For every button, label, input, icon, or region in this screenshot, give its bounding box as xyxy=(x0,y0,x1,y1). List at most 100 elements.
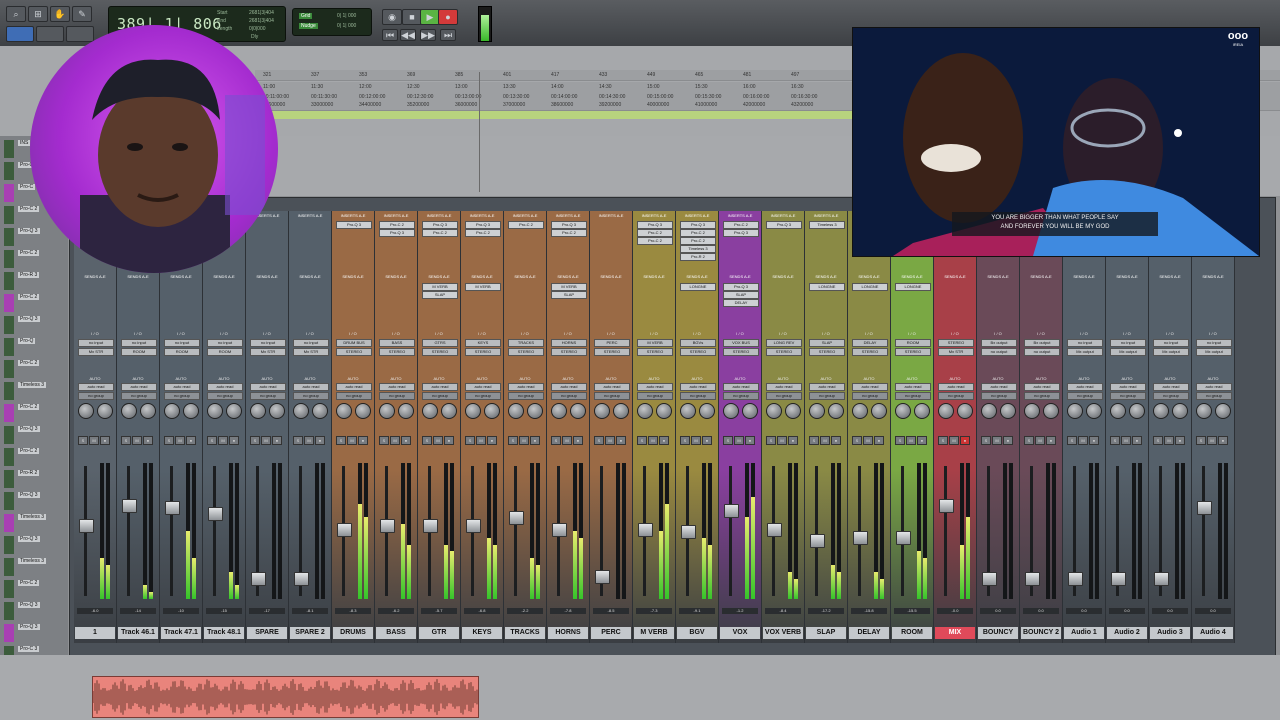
group-selector[interactable]: no group xyxy=(336,392,372,400)
insert-slot[interactable]: Pro-C 2 xyxy=(508,221,544,229)
mute-button[interactable]: M xyxy=(777,436,787,445)
pan-knob-right[interactable] xyxy=(355,403,371,419)
group-selector[interactable]: no group xyxy=(250,392,286,400)
insert-slot[interactable]: Pro-Q 3 xyxy=(551,221,587,229)
edit-track-insert[interactable]: Pro-Q 3 xyxy=(18,316,40,322)
automation-mode[interactable]: auto read xyxy=(379,383,415,391)
mute-button[interactable]: M xyxy=(820,436,830,445)
output-selector[interactable]: STEREO xyxy=(680,348,716,356)
solo-button[interactable]: S xyxy=(680,436,690,445)
edit-track-insert[interactable]: Timeless 3 xyxy=(18,514,46,520)
pan-knob-right[interactable] xyxy=(785,403,801,419)
edit-track-insert[interactable]: Timeless 3 xyxy=(18,558,46,564)
insert-slot[interactable]: Pro-C 2 xyxy=(422,229,458,237)
pan-knob-left[interactable] xyxy=(1153,403,1169,419)
insert-slot[interactable]: Pro-Q 3 xyxy=(379,229,415,237)
pan-knob-left[interactable] xyxy=(121,403,137,419)
automation-mode[interactable]: auto read xyxy=(207,383,243,391)
pan-knob-right[interactable] xyxy=(914,403,930,419)
volume-readout[interactable]: -10 xyxy=(163,608,199,614)
automation-mode[interactable]: auto read xyxy=(809,383,845,391)
output-selector[interactable]: STEREO xyxy=(379,348,415,356)
volume-readout[interactable]: -15.8 xyxy=(851,608,887,614)
record-enable-button[interactable]: ● xyxy=(917,436,927,445)
insert-slot[interactable]: Pro-C 2 xyxy=(465,229,501,237)
edit-track-insert[interactable]: Timeless 3 xyxy=(18,382,46,388)
output-selector[interactable]: STEREO xyxy=(594,348,630,356)
automation-mode[interactable]: auto read xyxy=(250,383,286,391)
record-enable-button[interactable]: ● xyxy=(100,436,110,445)
pan-knob-left[interactable] xyxy=(1024,403,1040,419)
tool-zoom-icon[interactable]: ⌕ xyxy=(6,6,26,22)
edit-track-insert[interactable]: Pro-Q 3 xyxy=(18,536,40,542)
automation-mode[interactable]: auto read xyxy=(938,383,974,391)
input-selector[interactable]: TRACKS xyxy=(508,339,544,347)
online-icon[interactable]: ◉ xyxy=(382,9,402,25)
group-selector[interactable]: no group xyxy=(508,392,544,400)
automation-mode[interactable]: auto read xyxy=(637,383,673,391)
mute-button[interactable]: M xyxy=(347,436,357,445)
input-selector[interactable]: PERC xyxy=(594,339,630,347)
region-strip[interactable] xyxy=(255,111,855,119)
pan-knob-right[interactable] xyxy=(613,403,629,419)
output-selector[interactable]: ROOM xyxy=(164,348,200,356)
group-selector[interactable]: no group xyxy=(1153,392,1189,400)
record-enable-button[interactable]: ● xyxy=(616,436,626,445)
insert-slot[interactable]: Timeless 3 xyxy=(680,245,716,253)
volume-readout[interactable]: -17 xyxy=(249,608,285,614)
pan-knob-right[interactable] xyxy=(570,403,586,419)
volume-readout[interactable]: -14 xyxy=(120,608,156,614)
output-selector[interactable]: Mx STR xyxy=(293,348,329,356)
track-name[interactable]: M VERB xyxy=(634,627,674,639)
input-selector[interactable]: HORNS xyxy=(551,339,587,347)
volume-readout[interactable]: 0.0 xyxy=(1109,608,1145,614)
solo-button[interactable]: S xyxy=(1196,436,1206,445)
volume-fader[interactable] xyxy=(982,572,997,587)
group-selector[interactable]: no group xyxy=(723,392,759,400)
insert-slot[interactable]: Pro-Q 3 xyxy=(336,221,372,229)
pan-knob-right[interactable] xyxy=(828,403,844,419)
output-selector[interactable]: Mx STR xyxy=(938,348,974,356)
solo-button[interactable]: S xyxy=(78,436,88,445)
volume-fader[interactable] xyxy=(1025,572,1040,587)
input-selector[interactable]: no input xyxy=(78,339,114,347)
edit-track-insert[interactable]: Pro-C 2 xyxy=(18,580,40,586)
volume-fader[interactable] xyxy=(79,519,94,534)
group-selector[interactable]: no group xyxy=(121,392,157,400)
output-selector[interactable]: STEREO xyxy=(895,348,931,356)
solo-button[interactable]: S xyxy=(121,436,131,445)
volume-readout[interactable]: -15 xyxy=(206,608,242,614)
insert-slot[interactable]: Pro-R 2 xyxy=(680,253,716,261)
pan-knob-right[interactable] xyxy=(1000,403,1016,419)
input-selector[interactable]: Bx output xyxy=(981,339,1017,347)
group-selector[interactable]: no group xyxy=(680,392,716,400)
send-slot[interactable]: Pro-Q 3 xyxy=(723,283,759,291)
volume-fader[interactable] xyxy=(337,522,352,537)
volume-fader[interactable] xyxy=(810,534,825,549)
track-name[interactable]: HORNS xyxy=(548,627,588,639)
track-name[interactable]: BOUNCY 2 xyxy=(1021,627,1061,639)
rewind-start-icon[interactable]: ⏮ xyxy=(382,29,398,41)
solo-button[interactable]: S xyxy=(852,436,862,445)
record-enable-button[interactable]: ● xyxy=(315,436,325,445)
solo-button[interactable]: S xyxy=(938,436,948,445)
edit-track-insert[interactable]: Pro-Q 3 xyxy=(18,426,40,432)
volume-readout[interactable]: -8.5 xyxy=(593,608,629,614)
record-enable-button[interactable]: ● xyxy=(573,436,583,445)
input-selector[interactable]: no input xyxy=(293,339,329,347)
edit-track-insert[interactable]: Pro-Q 3 xyxy=(18,624,40,630)
volume-fader[interactable] xyxy=(466,519,481,534)
record-enable-button[interactable]: ● xyxy=(487,436,497,445)
pan-knob-left[interactable] xyxy=(1196,403,1212,419)
group-selector[interactable]: no group xyxy=(938,392,974,400)
pan-knob-left[interactable] xyxy=(895,403,911,419)
solo-button[interactable]: S xyxy=(637,436,647,445)
group-selector[interactable]: no group xyxy=(1024,392,1060,400)
pan-knob-right[interactable] xyxy=(656,403,672,419)
mute-button[interactable]: M xyxy=(605,436,615,445)
mute-button[interactable]: M xyxy=(992,436,1002,445)
automation-mode[interactable]: auto read xyxy=(164,383,200,391)
mute-button[interactable]: M xyxy=(648,436,658,445)
group-selector[interactable]: no group xyxy=(981,392,1017,400)
volume-readout[interactable]: 0.0 xyxy=(980,608,1016,614)
